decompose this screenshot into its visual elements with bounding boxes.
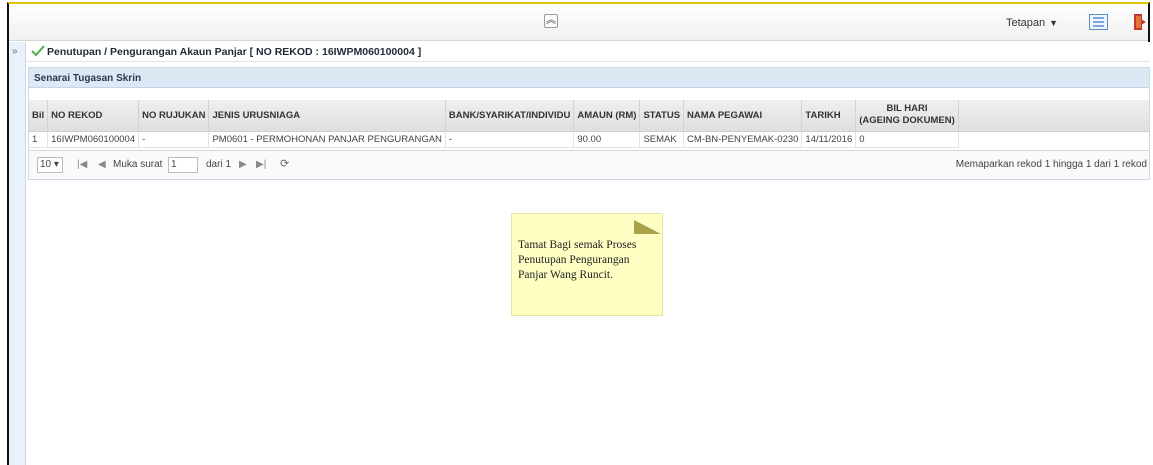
page-title: Penutupan / Pengurangan Akaun Panjar [ N…	[47, 46, 422, 58]
cell-jenis-urusniaga: PM0601 - PERMOHONAN PANJAR PENGURANGAN	[208, 131, 446, 148]
caret-down-icon: ▼	[1049, 18, 1059, 28]
task-list-panel: Senarai Tugasan Skrin Bil NO REKOD NO RU…	[28, 67, 1150, 180]
col-nama-pegawai[interactable]: NAMA PEGAWAI	[683, 100, 803, 132]
cell-tarikh: 14/11/2016	[801, 131, 857, 148]
settings-dropdown[interactable]: Tetapan ▼	[1006, 17, 1058, 29]
col-bank[interactable]: BANK/SYARIKAT/INDIVIDU	[445, 100, 575, 132]
table-header-row: Bil NO REKOD NO RUJUKAN JENIS URUSNIAGA …	[29, 100, 1149, 132]
cell-nama-pegawai: CM-BN-PENYEMAK-0230	[683, 131, 803, 148]
col-amaun[interactable]: AMAUN (RM)	[573, 100, 641, 132]
col-bil[interactable]: Bil	[29, 100, 49, 132]
cell-amaun: 90.00	[573, 131, 641, 148]
col-status[interactable]: STATUS	[639, 100, 685, 132]
check-icon	[31, 45, 45, 57]
cell-filler	[958, 131, 1149, 147]
pager: 10 ▾ |◀ ◀ Muka surat 1 dari 1 ▶ ▶| ⟳ Mem…	[29, 150, 1149, 179]
col-tarikh[interactable]: TARIKH	[801, 100, 857, 132]
panel-title: Senarai Tugasan Skrin	[29, 68, 1149, 88]
prev-page-icon[interactable]: ◀	[98, 159, 106, 170]
note-fold-icon	[634, 220, 661, 234]
top-toolbar: ︽ Tetapan ▼	[9, 4, 1148, 41]
col-bil-hari-line1: BIL HARI	[886, 103, 928, 115]
first-page-icon[interactable]: |◀	[77, 159, 87, 170]
screen-header: Penutupan / Pengurangan Akaun Panjar [ N…	[26, 42, 1150, 62]
last-page-icon[interactable]: ▶|	[256, 159, 266, 170]
task-table: Bil NO REKOD NO RUJUKAN JENIS URUSNIAGA …	[29, 100, 1149, 148]
sticky-note: Tamat Bagi semak Proses Penutupan Pengur…	[511, 213, 663, 316]
left-side-panel: »	[9, 42, 26, 465]
refresh-icon[interactable]: ⟳	[280, 157, 289, 170]
col-filler	[958, 100, 1149, 132]
rows-per-page-value: 10	[40, 159, 52, 170]
cell-bank: -	[445, 131, 575, 148]
cell-no-rujukan: -	[138, 131, 210, 148]
expand-icon[interactable]: »	[12, 46, 18, 57]
exit-icon[interactable]	[1133, 13, 1147, 31]
cell-bil-hari: 0	[855, 131, 959, 148]
col-no-rekod[interactable]: NO REKOD	[47, 100, 140, 132]
note-text: Tamat Bagi semak Proses Penutupan Pengur…	[518, 239, 637, 281]
col-no-rujukan[interactable]: NO RUJUKAN	[138, 100, 210, 132]
cell-status: SEMAK	[639, 131, 685, 148]
list-view-icon[interactable]	[1089, 14, 1108, 30]
collapse-icon[interactable]: ︽	[544, 14, 558, 28]
cell-bil: 1	[29, 131, 49, 148]
page-number-input[interactable]: 1	[168, 157, 198, 173]
app-frame: ︽ Tetapan ▼ » Penutupan / Pengurangan Aka…	[7, 2, 1150, 465]
settings-label: Tetapan	[1006, 17, 1046, 29]
rows-per-page-select[interactable]: 10 ▾	[37, 157, 63, 173]
col-bil-hari-line2: (AGEING DOKUMEN)	[859, 115, 955, 127]
next-page-icon[interactable]: ▶	[239, 159, 247, 170]
cell-no-rekod[interactable]: 16IWPM060100004	[47, 131, 140, 148]
main-content: Penutupan / Pengurangan Akaun Panjar [ N…	[26, 42, 1150, 465]
col-jenis-urusniaga[interactable]: JENIS URUSNIAGA	[208, 100, 446, 132]
page-label: Muka surat	[113, 159, 163, 170]
table-row[interactable]: 1 16IWPM060100004 - PM0601 - PERMOHONAN …	[29, 131, 1149, 148]
record-summary: Memaparkan rekod 1 hingga 1 dari 1 rekod	[955, 159, 1147, 170]
col-bil-hari[interactable]: BIL HARI (AGEING DOKUMEN)	[855, 100, 959, 132]
page-count-label: dari 1	[206, 159, 232, 170]
